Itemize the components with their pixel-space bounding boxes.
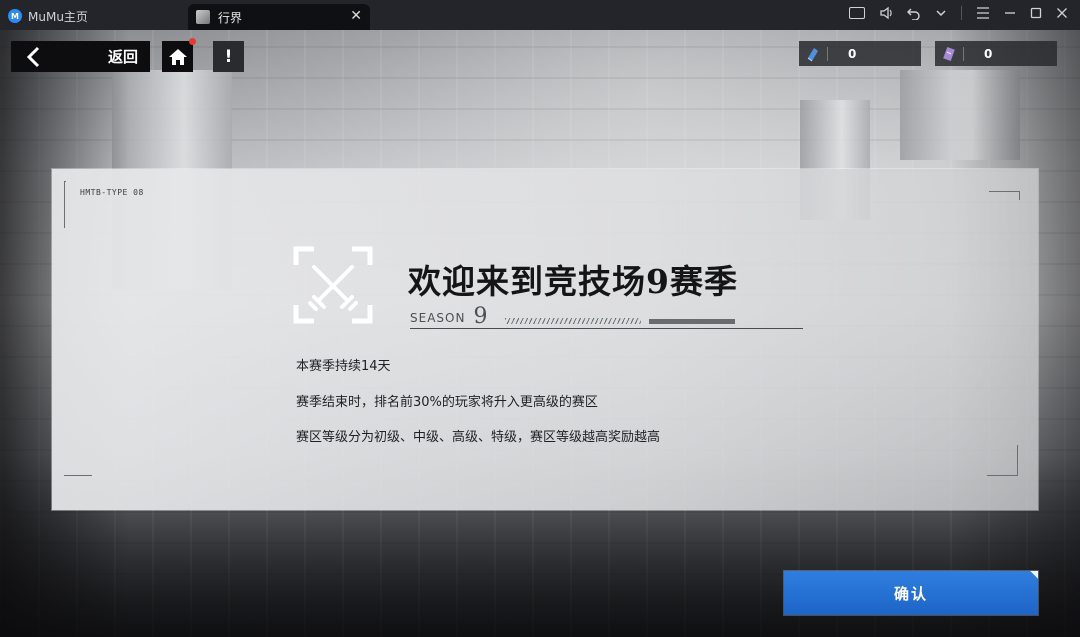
window-controls [849,6,1068,20]
undo-icon[interactable] [907,6,921,20]
tab-close-icon[interactable]: ✕ [350,8,362,24]
resource-blue-value: 0 [848,46,857,61]
game-thumbnail-icon [196,10,210,24]
notification-dot [189,38,196,45]
resource-counter-blue[interactable]: 0 [799,41,921,66]
tab-mumu-home-label: MuMu主页 [28,9,88,24]
minimize-icon[interactable] [1004,7,1016,19]
emulator-titlebar: M MuMu主页 行界 ✕ [0,0,1080,30]
maximize-icon[interactable] [1030,7,1042,19]
tab-game-label: 行界 [218,10,243,25]
corner-bracket [989,191,1020,200]
corner-bracket [987,445,1018,476]
info-button[interactable]: ! [213,41,244,72]
resource-divider [963,46,964,61]
mumu-logo-icon: M [8,9,22,23]
back-button[interactable]: 返回 [11,41,150,72]
season-number: 9 [473,304,488,329]
volume-icon[interactable] [879,6,893,20]
resource-divider [827,46,828,61]
season-progress-bar [649,319,736,324]
chevron-left-icon [26,46,40,67]
chevron-down-icon[interactable] [935,7,947,19]
season-indicator: SEASON 9 [410,306,803,329]
resource-purple-value: 0 [984,46,993,61]
season-welcome-dialog: HMTB-TYPE 08 欢迎来到竞技场9赛季 SEASON 9 本赛季持续14… [52,169,1038,510]
game-viewport: 返回 ! 0 0 HMTB-TYPE 08 欢迎来到竞技场9赛季 SEASON … [0,30,1080,637]
resource-counter-purple[interactable]: 0 [935,41,1057,66]
back-button-label: 返回 [107,48,138,66]
info-button-label: ! [224,46,233,67]
titlebar-divider [961,6,962,20]
close-icon[interactable] [1056,7,1068,19]
tab-game[interactable]: 行界 ✕ [188,4,370,30]
confirm-button-label: 确认 [893,584,928,603]
home-icon [168,48,187,65]
panel-serial-label: HMTB-TYPE 08 [80,188,144,197]
season-tier-text: 赛区等级分为初级、中级、高级、特级，赛区等级越高奖励越高 [296,430,661,445]
season-hatch-decoration [505,318,642,324]
corner-bracket [64,474,92,476]
season-duration-text: 本赛季持续14天 [296,359,391,374]
tab-mumu-home[interactable]: M MuMu主页 [8,3,178,29]
purple-card-icon [943,46,955,61]
home-button[interactable] [162,38,196,72]
season-title: 欢迎来到竞技场9赛季 [408,262,738,301]
corner-bracket [64,181,66,228]
menu-icon[interactable] [976,7,990,19]
crossed-swords-icon [293,246,373,324]
keyboard-icon[interactable] [849,7,865,19]
season-promotion-text: 赛季结束时，排名前30%的玩家将升入更高级的赛区 [296,395,598,410]
season-label: SEASON [410,311,466,325]
confirm-button[interactable]: 确认 [784,571,1038,615]
blue-card-icon [807,47,818,61]
